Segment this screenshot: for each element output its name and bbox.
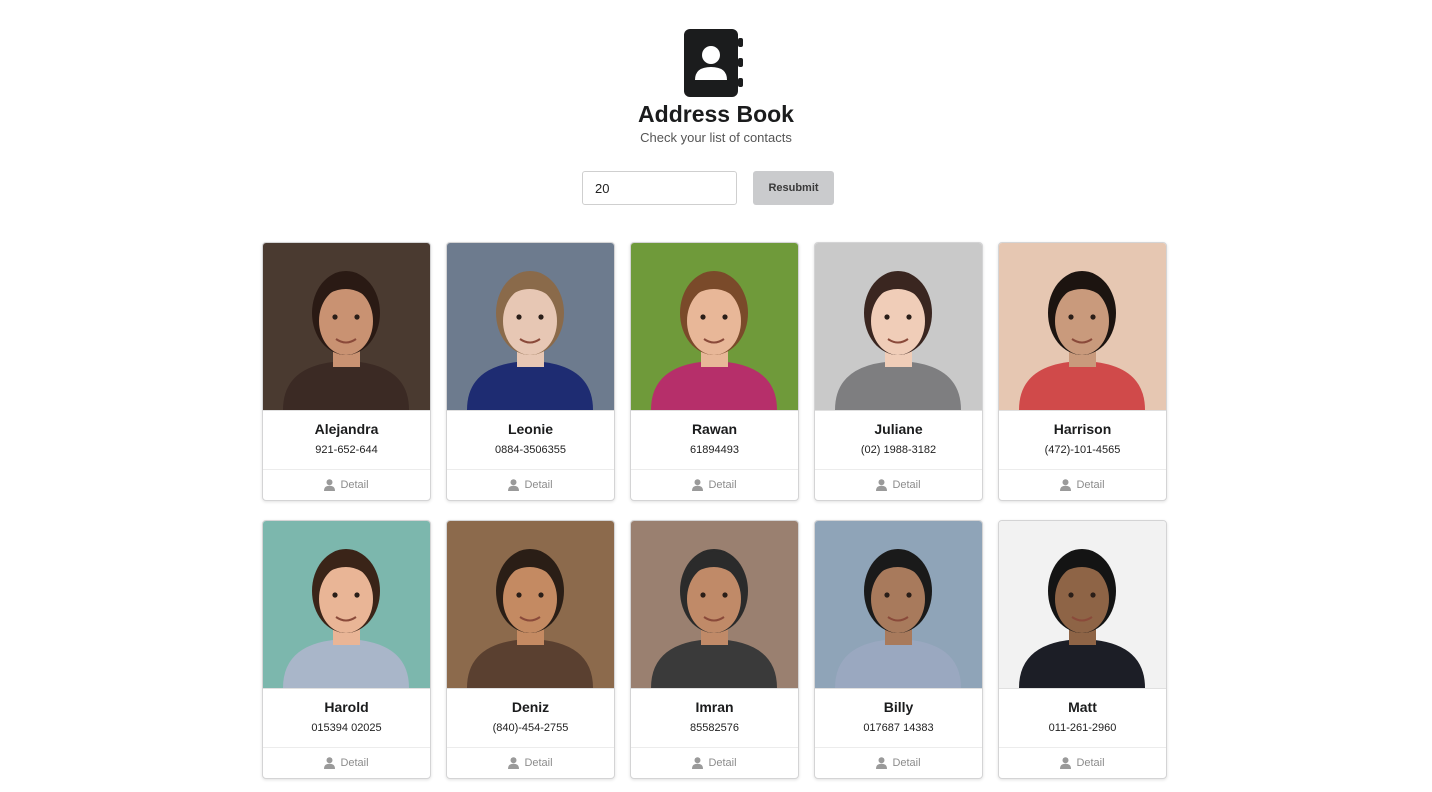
contact-info: Rawan 61894493	[631, 411, 798, 470]
contact-card: Rawan 61894493 Detail	[630, 242, 799, 501]
contact-phone: (840)-454-2755	[492, 722, 569, 734]
detail-label: Detail	[1076, 479, 1105, 491]
user-icon	[508, 757, 520, 769]
contact-grid: Alejandra 921-652-644 Detail Leonie 0884…	[262, 242, 1167, 779]
contact-photo	[815, 521, 982, 689]
contact-info: Imran 85582576	[631, 689, 798, 748]
contact-phone: (02) 1988-3182	[860, 444, 937, 456]
contact-info: Harold 015394 02025	[263, 689, 430, 748]
contact-phone: 015394 02025	[311, 722, 382, 734]
user-icon	[692, 479, 704, 491]
contact-phone: 011-261-2960	[1048, 722, 1117, 734]
detail-label: Detail	[340, 479, 369, 491]
contact-photo	[999, 521, 1166, 689]
detail-button[interactable]: Detail	[815, 470, 982, 500]
contact-photo	[447, 243, 614, 411]
contact-card: Alejandra 921-652-644 Detail	[262, 242, 431, 501]
contact-card: Leonie 0884-3506355 Detail	[446, 242, 615, 501]
address-book-icon	[684, 29, 743, 97]
contact-name: Imran	[695, 699, 734, 715]
contact-photo	[815, 243, 982, 411]
resubmit-button[interactable]: Resubmit	[753, 171, 834, 205]
detail-label: Detail	[340, 757, 369, 769]
contact-phone: 017687 14383	[863, 722, 934, 734]
detail-button[interactable]: Detail	[263, 470, 430, 500]
contact-photo	[263, 243, 430, 411]
contact-name: Alejandra	[314, 421, 379, 437]
user-icon	[876, 757, 888, 769]
page-title: Address Book	[638, 101, 794, 127]
user-icon	[1060, 479, 1072, 491]
contact-name: Harold	[324, 699, 369, 715]
contact-name: Deniz	[511, 699, 550, 715]
page-subtitle: Check your list of contacts	[640, 130, 792, 145]
contact-info: Deniz (840)-454-2755	[447, 689, 614, 748]
detail-button[interactable]: Detail	[263, 748, 430, 778]
contact-card: Billy 017687 14383 Detail	[814, 520, 983, 779]
contact-photo	[447, 521, 614, 689]
contact-name: Billy	[883, 699, 914, 715]
user-icon	[876, 479, 888, 491]
contact-card: Imran 85582576 Detail	[630, 520, 799, 779]
contact-phone: (472)-101-4565	[1044, 444, 1121, 456]
contact-name: Juliane	[874, 421, 923, 437]
detail-label: Detail	[892, 757, 921, 769]
contact-name: Rawan	[691, 421, 738, 437]
contact-name: Matt	[1068, 699, 1097, 715]
detail-label: Detail	[708, 479, 737, 491]
count-input[interactable]	[582, 171, 737, 205]
contact-phone: 921-652-644	[315, 444, 378, 456]
contact-phone: 61894493	[690, 444, 739, 456]
contact-photo	[631, 521, 798, 689]
contact-phone: 0884-3506355	[495, 444, 566, 456]
detail-label: Detail	[524, 479, 553, 491]
user-icon	[324, 479, 336, 491]
detail-button[interactable]: Detail	[631, 470, 798, 500]
contact-phone: 85582576	[690, 722, 739, 734]
contact-card: Harrison (472)-101-4565 Detail	[998, 242, 1167, 501]
detail-button[interactable]: Detail	[447, 470, 614, 500]
contact-info: Juliane (02) 1988-3182	[815, 411, 982, 470]
contact-info: Billy 017687 14383	[815, 689, 982, 748]
user-icon	[1060, 757, 1072, 769]
detail-button[interactable]: Detail	[815, 748, 982, 778]
contact-name: Leonie	[507, 421, 554, 437]
contact-card: Deniz (840)-454-2755 Detail	[446, 520, 615, 779]
detail-button[interactable]: Detail	[999, 470, 1166, 500]
detail-label: Detail	[708, 757, 737, 769]
contact-photo	[999, 243, 1166, 411]
contact-photo	[263, 521, 430, 689]
detail-button[interactable]: Detail	[999, 748, 1166, 778]
detail-label: Detail	[892, 479, 921, 491]
user-icon	[508, 479, 520, 491]
detail-label: Detail	[524, 757, 553, 769]
detail-button[interactable]: Detail	[631, 748, 798, 778]
contact-info: Harrison (472)-101-4565	[999, 411, 1166, 470]
user-icon	[324, 757, 336, 769]
contact-card: Harold 015394 02025 Detail	[262, 520, 431, 779]
contact-name: Harrison	[1053, 421, 1112, 437]
contact-info: Alejandra 921-652-644	[263, 411, 430, 470]
contact-card: Matt 011-261-2960 Detail	[998, 520, 1167, 779]
contact-card: Juliane (02) 1988-3182 Detail	[814, 242, 983, 501]
contact-photo	[631, 243, 798, 411]
detail-label: Detail	[1076, 757, 1105, 769]
detail-button[interactable]: Detail	[447, 748, 614, 778]
user-icon	[692, 757, 704, 769]
contact-info: Matt 011-261-2960	[999, 689, 1166, 748]
contact-info: Leonie 0884-3506355	[447, 411, 614, 470]
